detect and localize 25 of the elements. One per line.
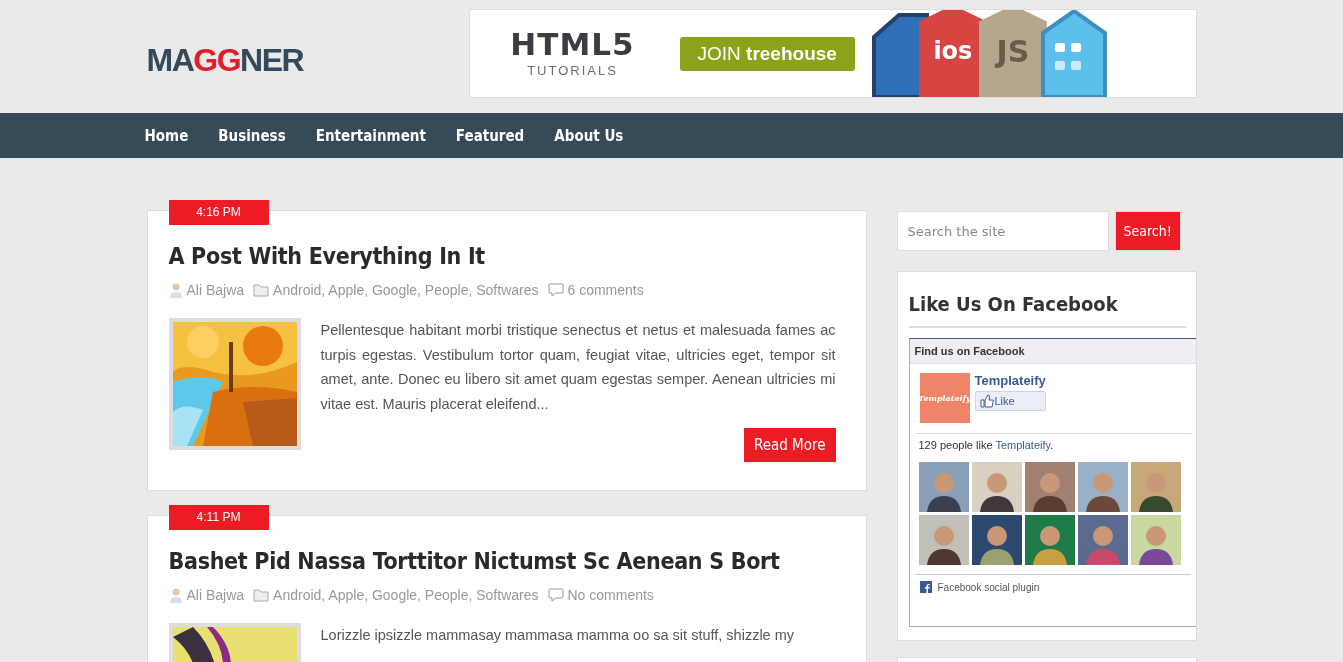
post-excerpt: Pellentesque habitant morbi tristique senectus et netus et malesuada fames ac turpis egestas. Vestibulum tortor quam, feugiat vitae, ultricies eget, tempor sit amet, ante. Donec eu libero sit amet quam egestas semper. Aenean ultricies mi vitae est. Mauris placerat eleifend...	[320, 321, 836, 414]
nav-link[interactable]: Entertainment	[315, 126, 426, 145]
ad-banner[interactable]: HTML5 TUTORIALS JOIN treehouse ios JS	[468, 9, 1197, 98]
search-field[interactable]: Search the site	[896, 211, 1109, 251]
read-more-button[interactable]: Read More	[743, 428, 836, 462]
hexagon-badge: JS	[978, 10, 1047, 97]
nav-link[interactable]: Home	[144, 126, 189, 145]
plugin-credit: Facebook social plugin	[937, 581, 1040, 593]
likes-count-text: 129 people like Templateify.	[918, 439, 1055, 451]
site-logo[interactable]: MAGGNER	[146, 42, 304, 79]
post-time: 4:16 PM	[168, 200, 269, 225]
post-time: 4:11 PM	[168, 505, 269, 530]
post-title[interactable]: Bashet Pid Nassa Torttitor Nictumst Sc Aenean S Bort	[168, 548, 836, 574]
post-excerpt: Lorizzle ipsizzle mammasay mammasa mamma oo sa sit stuff, shizzle my	[320, 626, 796, 645]
post-title[interactable]: A Post With Everything In It	[168, 243, 836, 269]
nav-link[interactable]: About Us	[554, 126, 624, 145]
search-button[interactable]: Search!	[1114, 211, 1181, 251]
widget-title: Like Us On Facebook	[908, 292, 1186, 328]
banner-title: HTML5	[510, 29, 635, 60]
facebook-box-header: Find us on Facebook	[909, 339, 1196, 364]
like-button[interactable]: Like	[974, 391, 1046, 411]
nav-link[interactable]: Featured	[455, 126, 525, 145]
page-name-link[interactable]: Templateify	[974, 373, 1046, 388]
banner-subtitle: TUTORIALS	[527, 63, 618, 78]
nav-link[interactable]: Business	[218, 126, 286, 145]
